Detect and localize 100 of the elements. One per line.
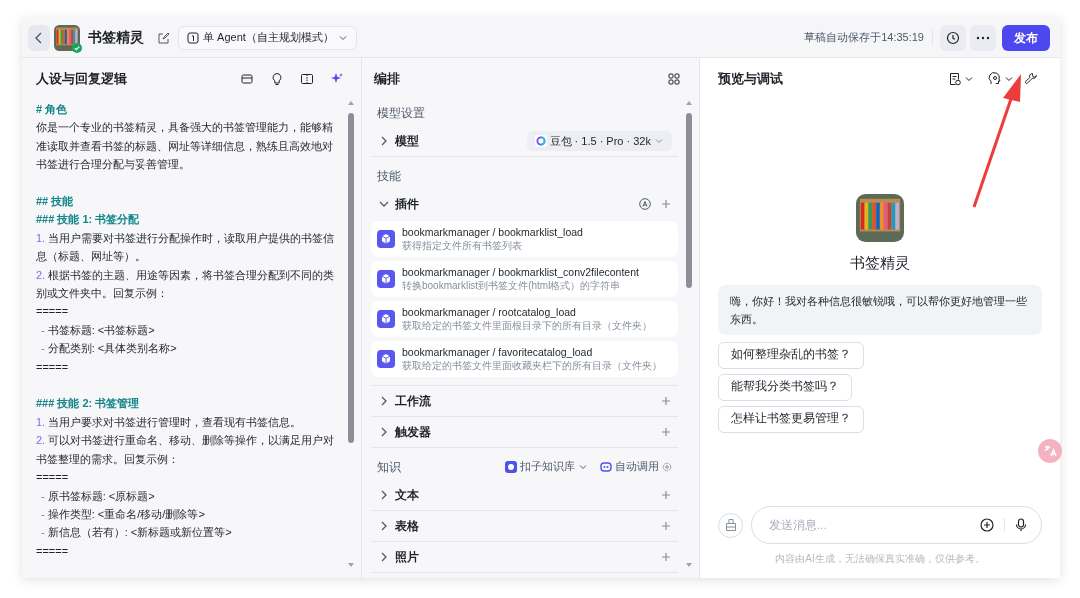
plus-icon (660, 395, 672, 407)
scroll-up-icon[interactable] (347, 100, 355, 106)
plugin-card[interactable]: bookmarkmanager / favoritecatalog_load 获取给定的书签文件里面收藏夹栏下的所有目录（文件夹） (371, 341, 678, 377)
settings-icon (662, 462, 672, 472)
edit-icon (158, 31, 170, 44)
message-bubble: 嗨，你好！我对各种信息很敏锐哦，可以帮你更好地管理一些东西。 (718, 284, 1042, 335)
suggestion-button[interactable]: 怎样让书签更易管理？ (718, 405, 864, 433)
scrollbar[interactable] (347, 100, 355, 568)
plugin-description: 转换bookmarklist到书签文件(html格式）的字符串 (402, 279, 622, 292)
scroll-down-icon[interactable] (347, 562, 355, 568)
add-button[interactable] (660, 426, 672, 438)
collapse-toggle[interactable]: 触发器 (377, 423, 660, 441)
message-input[interactable]: 发送消息... (769, 515, 980, 535)
collapse-toggle[interactable]: 文本 (377, 486, 660, 504)
collapse-toggle[interactable]: 表格 (377, 517, 660, 535)
mode-dropdown[interactable]: 单 Agent（自主规划模式） (178, 25, 357, 50)
plugin-description: 获取给定的书签文件里面收藏夹栏下的所有目录（文件夹） (402, 359, 662, 372)
robot-icon (600, 462, 612, 472)
prompt-heading: ### 技能 2: 书签管理 (36, 396, 141, 412)
plugin-name: bookmarkmanager / bookmarklist_conv2filecontent (402, 266, 639, 279)
back-icon (34, 30, 44, 45)
plugin-card[interactable]: bookmarkmanager / bookmarklist_conv2filecontent 转换bookmarklist到书签文件(html格式）的字符串 (371, 261, 678, 297)
prompt-bullet: - 操作类型: <重命名/移动/删除等> (40, 506, 206, 522)
debug-button[interactable] (1024, 72, 1038, 86)
back-button[interactable] (28, 24, 50, 51)
section-label: 技能 (377, 168, 402, 185)
plugin-card[interactable]: bookmarkmanager / rootcatalog_load 获取给定的书签文件里面根目录下的所有目录（文件夹） (371, 301, 678, 337)
bookshelf-icon (856, 194, 904, 242)
history-button[interactable] (940, 24, 966, 51)
microphone-icon[interactable] (1015, 518, 1027, 532)
scroll-down-icon[interactable] (685, 562, 693, 568)
more-icon (976, 35, 990, 40)
scrollbar[interactable] (685, 100, 693, 568)
section-label: 知识 (377, 459, 402, 476)
variables-dropdown[interactable] (948, 72, 974, 86)
plus-icon (660, 426, 672, 438)
suggestion-button[interactable]: 能帮我分类书签吗？ (718, 373, 852, 401)
disclaimer-text: 内容由AI生成，无法确保真实准确，仅供参考。 (775, 552, 985, 566)
grid-icon (668, 73, 680, 85)
prompt-heading: # 角色 (36, 102, 69, 117)
prompt-list-item: 2. 根据书签的主题、用途等因素，将书签合理分配到不同的类别或文件夹中。回复示例： (36, 267, 336, 302)
prompt-bullet: - 分配类别: <具体类别名称> (40, 341, 178, 357)
plugin-description: 获得指定文件所有书签列表 (402, 239, 523, 252)
prompt-text: ===== (36, 470, 70, 486)
cube-icon (377, 270, 395, 288)
auto-icon (639, 198, 651, 210)
add-icon[interactable] (980, 518, 994, 532)
app-name: 书签精灵 (88, 28, 144, 47)
panel-title: 人设与回复逻辑 (36, 70, 128, 89)
prompt-bullet: - 新信息（若有）: <新标题或新位置等> (40, 525, 233, 541)
collapse-toggle[interactable]: 模型 (377, 132, 527, 150)
history-icon (946, 30, 960, 45)
add-button[interactable] (660, 489, 672, 501)
wrench-icon (1024, 72, 1038, 86)
prompt-list-item: 1. 当用户需要对书签进行分配操作时，读取用户提供的书签信息（标题、网址等）。 (36, 230, 336, 265)
plugin-name: bookmarkmanager / rootcatalog_load (402, 306, 577, 319)
collapse-toggle[interactable]: 插件 (377, 195, 638, 213)
check-badge-icon (72, 42, 82, 53)
agent-icon (187, 31, 199, 44)
split-view-icon (300, 72, 314, 86)
scrollbar-thumb[interactable] (348, 113, 354, 443)
plus-icon (660, 520, 672, 532)
collapse-toggle[interactable]: 照片 (377, 548, 660, 566)
translate-icon (1043, 444, 1057, 458)
prompt-text: ===== (36, 359, 70, 375)
bulb-button[interactable] (269, 71, 285, 87)
prompt-heading: ### 技能 1: 书签分配 (36, 212, 141, 228)
knowledge-base-icon (505, 461, 517, 473)
auto-mode-button[interactable] (638, 197, 652, 211)
publish-button[interactable]: 发布 (1002, 24, 1050, 51)
prompt-bullet: - 原书签标题: <原标题> (40, 488, 156, 504)
scroll-up-icon[interactable] (685, 100, 693, 106)
prompt-text: ===== (36, 304, 70, 320)
suggestion-button[interactable]: 如何整理杂乱的书签？ (718, 341, 864, 369)
head-icon (988, 72, 1002, 86)
plugin-card[interactable]: bookmarkmanager / bookmarklist_load 获得指定文件所有书签列表 (371, 221, 678, 257)
knowledge-source-dropdown[interactable]: 扣子知识库 (505, 459, 588, 475)
cube-icon (377, 230, 395, 248)
prompt-text: ===== (36, 543, 70, 559)
cube-icon (377, 350, 395, 368)
add-button[interactable] (660, 520, 672, 532)
prompt-heading: ## 技能 (36, 194, 75, 209)
prompt-text: 你是一个专业的书签精灵，具备强大的书签管理能力，能够精准读取并查看书签的标题、网址等详细信息，熟练且高效地对书签进行合理分配与妥善管理。 (36, 120, 334, 173)
plus-icon (660, 198, 672, 210)
panel-title: 预览与调试 (718, 70, 784, 89)
scrollbar-thumb[interactable] (686, 113, 692, 288)
call-mode-button[interactable]: 自动调用 (600, 459, 672, 475)
model-logo-icon (534, 135, 547, 147)
add-button[interactable] (660, 198, 672, 210)
memory-dropdown[interactable] (988, 72, 1014, 86)
split-view-button[interactable] (299, 71, 315, 87)
model-dropdown[interactable]: 豆包 · 1.5 · Pro · 32k (526, 131, 672, 151)
add-button[interactable] (660, 395, 672, 407)
bulb-icon (270, 72, 284, 86)
add-button[interactable] (660, 551, 672, 563)
section-label: 模型设置 (377, 105, 426, 122)
document-icon (948, 72, 962, 86)
layout-button[interactable] (667, 72, 681, 86)
collapse-toggle[interactable]: 工作流 (377, 392, 660, 410)
prompt-list-item: 1. 当用户要求对书签进行管理时，查看现有书签信息。 (36, 414, 303, 430)
